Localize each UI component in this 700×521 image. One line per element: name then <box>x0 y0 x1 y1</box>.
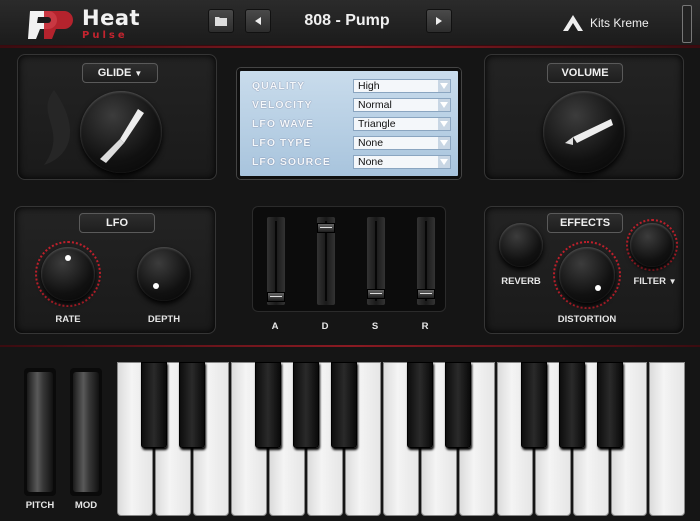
pitch-label: PITCH <box>25 500 55 511</box>
quality-select[interactable]: High <box>353 79 451 93</box>
sustain-fader[interactable] <box>367 217 385 305</box>
effects-label: EFFECTS <box>547 213 623 233</box>
lcd-label-velocity: VELOCITY <box>252 99 313 111</box>
lcd-label-lfo-source: LFO SOURCE <box>252 156 331 168</box>
chevron-down-icon <box>438 80 450 92</box>
knob-pointer-icon <box>100 109 144 163</box>
arrow-right-icon <box>436 17 442 25</box>
glide-label: GLIDE <box>97 67 132 79</box>
black-key[interactable] <box>141 362 167 448</box>
piano-keyboard <box>117 362 687 517</box>
knob-indicator <box>595 285 601 291</box>
filter-dropdown[interactable]: FILTER ▼ <box>627 276 683 287</box>
lcd-label-quality: QUALITY <box>252 80 306 92</box>
black-key[interactable] <box>597 362 623 448</box>
folder-icon <box>215 17 227 26</box>
knob-indicator <box>65 255 71 261</box>
black-key[interactable] <box>331 362 357 448</box>
chevron-down-icon: ▼ <box>134 69 143 78</box>
lfo-panel: LFO RATE DEPTH <box>14 206 216 334</box>
volume-knob[interactable] <box>543 91 625 173</box>
mod-label: MOD <box>74 500 98 511</box>
black-key[interactable] <box>179 362 205 448</box>
glide-dropdown[interactable]: GLIDE ▼ <box>82 63 158 83</box>
kits-kreme-icon <box>563 15 583 31</box>
fader-handle[interactable] <box>417 289 435 300</box>
lfo-type-value: None <box>358 137 384 149</box>
black-key[interactable] <box>445 362 471 448</box>
lcd-label-lfo-wave: LFO WAVE <box>252 118 315 130</box>
mod-wheel[interactable] <box>70 368 102 496</box>
lfo-wave-select[interactable]: Triangle <box>353 117 451 131</box>
glide-panel: GLIDE ▼ <box>17 54 217 180</box>
next-preset-button[interactable] <box>426 9 452 33</box>
black-key[interactable] <box>293 362 319 448</box>
lfo-type-select[interactable]: None <box>353 136 451 150</box>
rate-knob[interactable] <box>41 247 95 301</box>
distortion-knob[interactable] <box>559 247 615 303</box>
sustain-label: S <box>371 321 379 332</box>
rate-label: RATE <box>55 314 81 325</box>
distortion-label: DISTORTION <box>557 314 617 325</box>
kits-kreme-logo: Kits Kreme <box>562 12 672 34</box>
reverb-label: REVERB <box>501 276 541 287</box>
fader-handle[interactable] <box>267 291 285 302</box>
adsr-faders <box>252 206 446 312</box>
release-label: R <box>421 321 429 332</box>
chevron-down-icon <box>438 137 450 149</box>
glide-knob[interactable] <box>80 91 162 173</box>
arrow-left-icon <box>255 17 261 25</box>
filter-knob[interactable] <box>630 223 674 267</box>
settings-display: QUALITY High VELOCITY Normal LFO WAVE Tr… <box>237 68 461 179</box>
lcd-label-lfo-type: LFO TYPE <box>252 137 312 149</box>
lfo-wave-value: Triangle <box>358 118 396 130</box>
scrollbar[interactable] <box>682 5 692 43</box>
velocity-select[interactable]: Normal <box>353 98 451 112</box>
open-folder-button[interactable] <box>208 9 234 33</box>
black-key[interactable] <box>559 362 585 448</box>
lfo-source-select[interactable]: None <box>353 155 451 169</box>
pitch-wheel[interactable] <box>24 368 56 496</box>
volume-panel: VOLUME <box>484 54 684 180</box>
chevron-down-icon <box>438 118 450 130</box>
brand-name: Heat <box>82 6 141 30</box>
preset-name[interactable]: 808 - Pump <box>272 9 422 33</box>
volume-label: VOLUME <box>547 63 623 83</box>
previous-preset-button[interactable] <box>245 9 271 33</box>
knob-pointer-icon <box>565 119 613 145</box>
top-bar: Heat Pulse 808 - Pump Kits Kreme <box>0 0 700 46</box>
lfo-source-value: None <box>358 156 384 168</box>
heat-pulse-logo-icon <box>28 11 73 39</box>
black-key[interactable] <box>255 362 281 448</box>
divider <box>0 46 700 48</box>
fader-handle[interactable] <box>317 222 335 233</box>
chevron-down-icon <box>438 156 450 168</box>
divider <box>0 345 700 347</box>
depth-label: DEPTH <box>147 314 181 325</box>
lfo-label: LFO <box>79 213 155 233</box>
maker-name: Kits Kreme <box>590 16 649 30</box>
mod-wheel-grip[interactable] <box>73 372 99 492</box>
flame-watermark-icon <box>44 90 71 165</box>
filter-label: FILTER <box>633 276 666 287</box>
white-key[interactable] <box>649 362 685 516</box>
black-key[interactable] <box>407 362 433 448</box>
velocity-value: Normal <box>358 99 392 111</box>
depth-knob[interactable] <box>137 247 191 301</box>
release-fader[interactable] <box>417 217 435 305</box>
decay-fader[interactable] <box>317 217 335 305</box>
quality-value: High <box>358 80 380 92</box>
decay-label: D <box>321 321 329 332</box>
chevron-down-icon <box>438 99 450 111</box>
knob-indicator <box>153 283 159 289</box>
black-key[interactable] <box>521 362 547 448</box>
reverb-knob[interactable] <box>499 223 543 267</box>
attack-fader[interactable] <box>267 217 285 305</box>
chevron-down-icon: ▼ <box>668 277 677 286</box>
brand-subtitle: Pulse <box>82 30 128 41</box>
fader-handle[interactable] <box>367 289 385 300</box>
effects-panel: EFFECTS REVERB DISTORTION FILTER ▼ <box>484 206 684 334</box>
attack-label: A <box>271 321 279 332</box>
pitch-wheel-grip[interactable] <box>27 372 53 492</box>
